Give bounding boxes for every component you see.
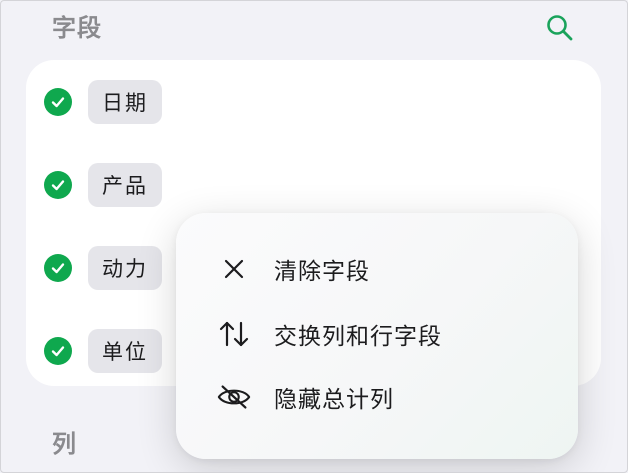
close-icon bbox=[216, 251, 252, 287]
field-row-product[interactable]: 产品 bbox=[44, 163, 162, 207]
swap-fields-menu-item[interactable]: 交换列和行字段 bbox=[176, 306, 578, 362]
checkmark-icon[interactable] bbox=[44, 254, 72, 282]
search-icon bbox=[547, 15, 573, 41]
columns-section-title: 列 bbox=[52, 430, 77, 458]
checkmark-icon[interactable] bbox=[44, 337, 72, 365]
menu-item-label: 隐藏总计列 bbox=[274, 387, 394, 413]
field-row-date[interactable]: 日期 bbox=[44, 80, 162, 124]
field-chip[interactable]: 产品 bbox=[88, 163, 162, 207]
fields-section-title: 字段 bbox=[52, 14, 102, 42]
hide-grand-total-menu-item[interactable]: 隐藏总计列 bbox=[176, 369, 578, 425]
eye-slash-icon bbox=[216, 379, 252, 415]
field-chip[interactable]: 动力 bbox=[88, 246, 162, 290]
checkmark-icon[interactable] bbox=[44, 171, 72, 199]
context-menu: 清除字段 交换列和行字段 隐藏总计列 bbox=[176, 213, 578, 459]
checkmark-icon[interactable] bbox=[44, 88, 72, 116]
field-row-power[interactable]: 动力 bbox=[44, 246, 162, 290]
menu-item-label: 清除字段 bbox=[274, 259, 370, 285]
clear-field-menu-item[interactable]: 清除字段 bbox=[176, 241, 578, 297]
field-chip[interactable]: 日期 bbox=[88, 80, 162, 124]
search-button[interactable] bbox=[542, 10, 578, 46]
field-chip[interactable]: 单位 bbox=[88, 329, 162, 373]
swap-arrows-icon bbox=[216, 316, 252, 352]
field-row-units[interactable]: 单位 bbox=[44, 329, 162, 373]
menu-item-label: 交换列和行字段 bbox=[274, 324, 442, 350]
